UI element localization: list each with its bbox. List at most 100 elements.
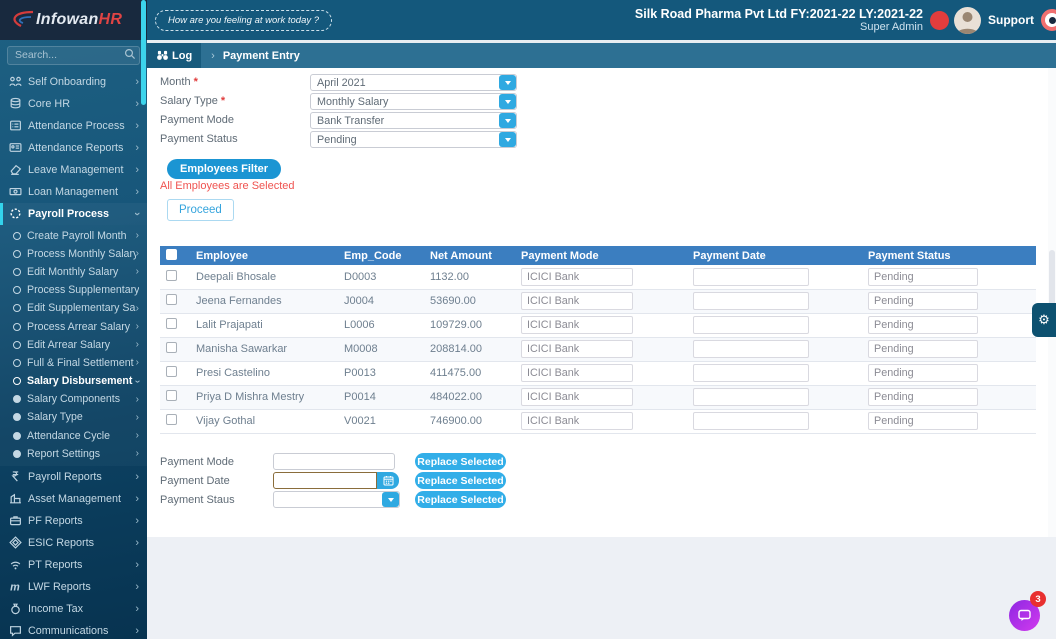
payment-date-input[interactable] [693, 364, 809, 382]
settings-fab[interactable]: ⚙ [1032, 303, 1056, 337]
submenu-item-full-final-settlement[interactable]: Full & Final Settlement › [0, 354, 147, 372]
emp-code-cell: P0013 [338, 361, 424, 386]
replace-selected-mode-button[interactable]: Replace Selected [415, 453, 506, 470]
submenu-item-salary-components[interactable]: Salary Components › [0, 390, 147, 408]
submenu-item-attendance-cycle[interactable]: Attendance Cycle › [0, 427, 147, 445]
submenu-item-process-monthly-salary[interactable]: Process Monthly Salary › [0, 245, 147, 263]
dropdown-arrow-icon[interactable] [499, 113, 516, 128]
replace-selected-status-button[interactable]: Replace Selected [415, 491, 506, 508]
select-all-checkbox[interactable] [166, 248, 177, 260]
support-label[interactable]: Support [988, 13, 1034, 27]
replace-selected-date-button[interactable]: Replace Selected [415, 472, 506, 489]
submenu-item-report-settings[interactable]: Report Settings › [0, 445, 147, 463]
breadcrumb-root[interactable]: Log [147, 43, 202, 68]
support-target-icon[interactable] [1041, 9, 1056, 31]
payment-status-input[interactable] [868, 364, 978, 382]
submenu-item-process-arrear-salary[interactable]: Process Arrear Salary › [0, 317, 147, 335]
row-checkbox[interactable] [166, 318, 177, 329]
payment-date-input[interactable] [693, 316, 809, 334]
payment-mode-input[interactable] [521, 412, 633, 430]
row-checkbox[interactable] [166, 414, 177, 425]
payment-status-input[interactable] [868, 292, 978, 310]
row-checkbox[interactable] [166, 294, 177, 305]
submenu-item-process-supplementary-sal[interactable]: Process Supplementary Sal [0, 281, 147, 299]
notification-dot[interactable] [930, 10, 949, 30]
dropdown-arrow-icon[interactable] [499, 94, 516, 109]
feeling-button[interactable]: How are you feeling at work today ? [155, 9, 333, 31]
payment-mode-input[interactable] [521, 388, 633, 406]
payment-date-input[interactable] [693, 292, 809, 310]
sidebar-item-payroll-reports[interactable]: Payroll Reports › [0, 466, 147, 488]
all-employees-selected-note: All Employees are Selected [160, 180, 295, 192]
sidebar-item-attendance-process[interactable]: Attendance Process › [0, 115, 147, 137]
row-checkbox[interactable] [166, 269, 177, 281]
payment-status-input[interactable] [868, 340, 978, 358]
payment-mode-input[interactable] [521, 267, 633, 286]
payment-date-input[interactable] [693, 340, 809, 358]
emp-code-cell: M0008 [338, 337, 424, 362]
employees-filter-button[interactable]: Employees Filter [167, 159, 282, 179]
payment-status-input[interactable] [868, 316, 978, 334]
payment-status-label: Payment Status [160, 133, 238, 145]
calendar-button[interactable] [377, 472, 399, 489]
employee-name-cell: Manisha Sawarkar [190, 337, 338, 362]
payment-date-input[interactable] [693, 388, 809, 406]
diamond-icon [9, 536, 22, 550]
sidebar-item-payroll-process[interactable]: Payroll Process › [0, 202, 147, 225]
payment-status-select[interactable]: Pending [310, 131, 517, 148]
row-checkbox[interactable] [166, 390, 177, 401]
chat-bubble-icon [1018, 609, 1031, 621]
payment-mode-input[interactable] [521, 316, 633, 334]
bulk-payment-mode-input[interactable] [273, 453, 395, 470]
sidebar-item-esic-reports[interactable]: ESIC Reports › [0, 532, 147, 554]
salary-type-select[interactable]: Monthly Salary [310, 93, 517, 110]
sidebar-item-attendance-reports[interactable]: Attendance Reports › [0, 137, 147, 159]
table-row: Vijay Gothal V0021 746900.00 [160, 409, 1036, 434]
submenu-item-create-payroll-month[interactable]: Create Payroll Month › [0, 227, 147, 245]
sidebar-item-label: PF Reports [28, 514, 83, 527]
sidebar-item-income-tax[interactable]: Income Tax › [0, 598, 147, 620]
emp-code-cell: J0004 [338, 289, 424, 314]
sidebar-item-core-hr[interactable]: Core HR › [0, 93, 147, 115]
bulk-payment-date-input[interactable] [273, 472, 377, 489]
signal-icon [10, 562, 21, 570]
sidebar-item-leave-management[interactable]: Leave Management › [0, 159, 147, 181]
submenu-item-edit-monthly-salary[interactable]: Edit Monthly Salary › [0, 263, 147, 281]
sidebar-item-asset-management[interactable]: Asset Management › [0, 488, 147, 510]
proceed-button[interactable]: Proceed [167, 199, 234, 221]
svg-text:m: m [10, 582, 20, 594]
sidebar-item-lwf-reports[interactable]: m LWF Reports › [0, 576, 147, 598]
avatar[interactable] [954, 6, 981, 34]
payment-mode-select[interactable]: Bank Transfer [310, 112, 517, 129]
payment-mode-input[interactable] [521, 292, 633, 310]
sidebar-item-self-onboarding[interactable]: Self Onboarding › [0, 71, 147, 93]
payment-status-input[interactable] [868, 412, 978, 430]
lwf-icon: m [10, 582, 20, 594]
payment-mode-input[interactable] [521, 340, 633, 358]
bulk-payment-status-select[interactable] [273, 491, 400, 508]
payment-mode-input[interactable] [521, 364, 633, 382]
payment-status-input[interactable] [868, 267, 978, 286]
submenu-item-salary-disbursement[interactable]: Salary Disbursement › [0, 372, 147, 390]
logo-hr-text: HR [98, 11, 123, 28]
submenu-item-salary-type[interactable]: Salary Type › [0, 408, 147, 426]
submenu-item-edit-arrear-salary[interactable]: Edit Arrear Salary › [0, 336, 147, 354]
month-select[interactable]: April 2021 [310, 74, 517, 91]
payment-date-input[interactable] [693, 267, 809, 286]
sidebar-item-pt-reports[interactable]: PT Reports › [0, 554, 147, 576]
search-input[interactable] [7, 45, 140, 65]
submenu-item-edit-supplementary-sal[interactable]: Edit Supplementary Sal › [0, 299, 147, 317]
dropdown-arrow-icon[interactable] [499, 132, 516, 147]
sidebar-item-pf-reports[interactable]: PF Reports › [0, 510, 147, 532]
payment-status-input[interactable] [868, 388, 978, 406]
app-logo[interactable]: InfowanHR [0, 0, 147, 40]
dropdown-arrow-icon[interactable] [382, 492, 399, 507]
dropdown-arrow-icon[interactable] [499, 75, 516, 90]
net-amount-cell: 53690.00 [424, 289, 515, 314]
sidebar-scrollbar[interactable] [141, 0, 146, 105]
row-checkbox[interactable] [166, 342, 177, 353]
sidebar-item-loan-management[interactable]: Loan Management › [0, 181, 147, 203]
sidebar-item-communications[interactable]: Communications › [0, 620, 147, 639]
row-checkbox[interactable] [166, 366, 177, 377]
payment-date-input[interactable] [693, 412, 809, 430]
